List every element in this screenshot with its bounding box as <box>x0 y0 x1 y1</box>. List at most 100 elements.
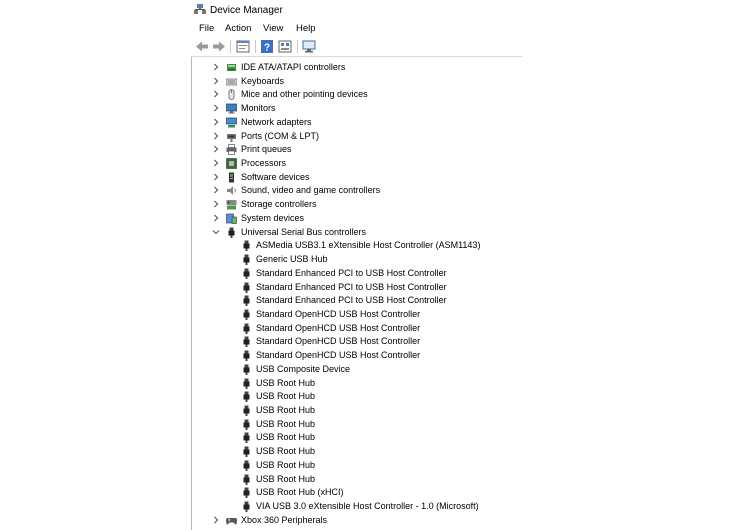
processor-icon <box>226 158 237 169</box>
menu-action[interactable]: Action <box>225 23 251 34</box>
tree-item-label: USB Root Hub <box>256 459 316 470</box>
tree-item-label: Standard OpenHCD USB Host Controller <box>256 350 421 361</box>
usb-icon <box>243 501 250 513</box>
tree-item-label: USB Root Hub <box>256 446 316 457</box>
tree-item-label: Standard OpenHCD USB Host Controller <box>256 336 421 347</box>
usb-device-item[interactable]: USB Root Hub <box>192 459 522 473</box>
software-device-icon <box>229 172 234 183</box>
tree-category[interactable]: Ports (COM & LPT) <box>192 130 522 144</box>
tree-category[interactable]: Network adapters <box>192 116 522 130</box>
tree-category[interactable]: Xbox 360 Peripherals <box>192 514 522 528</box>
chevron-right-icon[interactable] <box>212 159 220 167</box>
usb-icon <box>243 336 250 348</box>
usb-device-item[interactable]: USB Root Hub <box>192 445 522 459</box>
usb-icon <box>243 432 250 444</box>
usb-device-item[interactable]: Standard Enhanced PCI to USB Host Contro… <box>192 281 522 295</box>
usb-icon <box>243 391 250 403</box>
usb-icon <box>243 309 250 320</box>
chevron-right-icon[interactable] <box>212 77 220 85</box>
help-icon[interactable]: ? <box>259 39 275 54</box>
tree-category[interactable]: Processors <box>192 157 522 171</box>
usb-icon <box>243 282 250 293</box>
tree-item-label: Monitors <box>241 103 276 114</box>
usb-device-item[interactable]: VIA USB 3.0 eXtensible Host Controller -… <box>192 500 522 514</box>
usb-device-item[interactable]: Standard OpenHCD USB Host Controller <box>192 322 522 336</box>
properties-icon[interactable] <box>235 39 251 54</box>
tree-item-label: ASMedia USB3.1 eXtensible Host Controlle… <box>256 240 481 251</box>
tree-category[interactable]: Monitors <box>192 102 522 116</box>
chevron-right-icon[interactable] <box>212 173 220 181</box>
chevron-right-icon[interactable] <box>212 516 220 524</box>
usb-device-item[interactable]: USB Root Hub <box>192 418 522 432</box>
usb-device-item[interactable]: Standard Enhanced PCI to USB Host Contro… <box>192 294 522 308</box>
gamepad-icon <box>226 517 237 525</box>
tree-category[interactable]: IDE ATA/ATAPI controllers <box>192 61 522 75</box>
chevron-right-icon[interactable] <box>212 186 220 194</box>
usb-device-item[interactable]: USB Root Hub (xHCI) <box>192 486 522 500</box>
tree-category[interactable]: Sound, video and game controllers <box>192 184 522 198</box>
tree-category[interactable]: Keyboards <box>192 75 522 89</box>
device-manager-window: Device Manager File Action View Help ? I… <box>191 0 522 530</box>
usb-device-item[interactable]: USB Root Hub <box>192 377 522 391</box>
tree-category[interactable]: Mice and other pointing devices <box>192 88 522 102</box>
tree-item-label: IDE ATA/ATAPI controllers <box>241 62 346 72</box>
usb-icon <box>243 268 250 279</box>
tree-item-label: Network adapters <box>241 116 312 127</box>
usb-device-item[interactable]: USB Composite Device <box>192 363 522 377</box>
chevron-right-icon[interactable] <box>212 214 220 222</box>
usb-icon <box>243 487 250 499</box>
tree-item-label: Print queues <box>241 144 292 155</box>
chevron-right-icon[interactable] <box>212 104 220 112</box>
chevron-right-icon[interactable] <box>212 145 220 153</box>
usb-device-item[interactable]: USB Root Hub <box>192 431 522 445</box>
usb-device-item[interactable]: Generic USB Hub <box>192 253 522 267</box>
chevron-right-icon[interactable] <box>212 63 220 71</box>
tree-category[interactable]: Storage controllers <box>192 198 522 212</box>
usb-device-item[interactable]: USB Root Hub <box>192 473 522 487</box>
tree-item-label: Xbox 360 Peripherals <box>241 514 328 525</box>
usb-device-item[interactable]: USB Root Hub <box>192 390 522 404</box>
tree-item-label: Processors <box>241 158 287 169</box>
usb-icon <box>243 254 250 266</box>
device-tree[interactable]: IDE ATA/ATAPI controllers Keyboards Mice a… <box>191 57 523 530</box>
chevron-right-icon[interactable] <box>212 200 220 208</box>
usb-device-item[interactable]: Standard OpenHCD USB Host Controller <box>192 335 522 349</box>
tree-item-label: Software devices <box>241 171 310 182</box>
system-devices-icon <box>226 213 237 224</box>
back-arrow-icon[interactable] <box>194 39 210 54</box>
usb-device-item[interactable]: Standard OpenHCD USB Host Controller <box>192 308 522 322</box>
tree-item-label: USB Root Hub <box>256 391 316 402</box>
usb-icon <box>243 295 250 307</box>
menu-file[interactable]: File <box>199 23 214 34</box>
port-icon <box>227 133 236 142</box>
chevron-right-icon[interactable] <box>212 118 220 126</box>
usb-device-item[interactable]: USB Root Hub <box>192 404 522 418</box>
usb-icon <box>243 474 250 485</box>
usb-device-item[interactable]: Standard OpenHCD USB Host Controller <box>192 349 522 363</box>
tree-category[interactable]: System devices <box>192 212 522 226</box>
tree-category[interactable]: Software devices <box>192 171 522 185</box>
chevron-right-icon[interactable] <box>212 132 220 140</box>
menu-help[interactable]: Help <box>296 23 316 34</box>
tree-item-label: VIA USB 3.0 eXtensible Host Controller -… <box>256 501 479 512</box>
tree-category[interactable]: Print queues <box>192 143 522 157</box>
chevron-right-icon[interactable] <box>212 90 220 98</box>
tree-item-label: Generic USB Hub <box>256 254 328 265</box>
tree-item-label: Ports (COM & LPT) <box>241 130 320 141</box>
usb-device-item[interactable]: ASMedia USB3.1 eXtensible Host Controlle… <box>192 239 522 253</box>
forward-arrow-icon[interactable] <box>211 39 227 54</box>
usb-device-item[interactable]: Standard Enhanced PCI to USB Host Contro… <box>192 267 522 281</box>
chevron-down-icon[interactable] <box>212 228 220 236</box>
tree-item-label: Storage controllers <box>241 199 317 210</box>
tree-item-label: USB Root Hub <box>256 377 316 388</box>
usb-icon <box>243 364 250 375</box>
menu-view[interactable]: View <box>263 23 283 34</box>
tree-item-label: Mice and other pointing devices <box>241 89 368 100</box>
keyboard-icon <box>226 78 237 86</box>
usb-icon <box>243 446 250 458</box>
tree-item-label: USB Root Hub <box>256 432 316 443</box>
monitor-icon <box>226 103 237 114</box>
scan-hardware-icon[interactable] <box>301 39 317 54</box>
update-driver-icon[interactable] <box>277 39 293 54</box>
tree-category-expanded[interactable]: Universal Serial Bus controllers <box>192 226 522 240</box>
